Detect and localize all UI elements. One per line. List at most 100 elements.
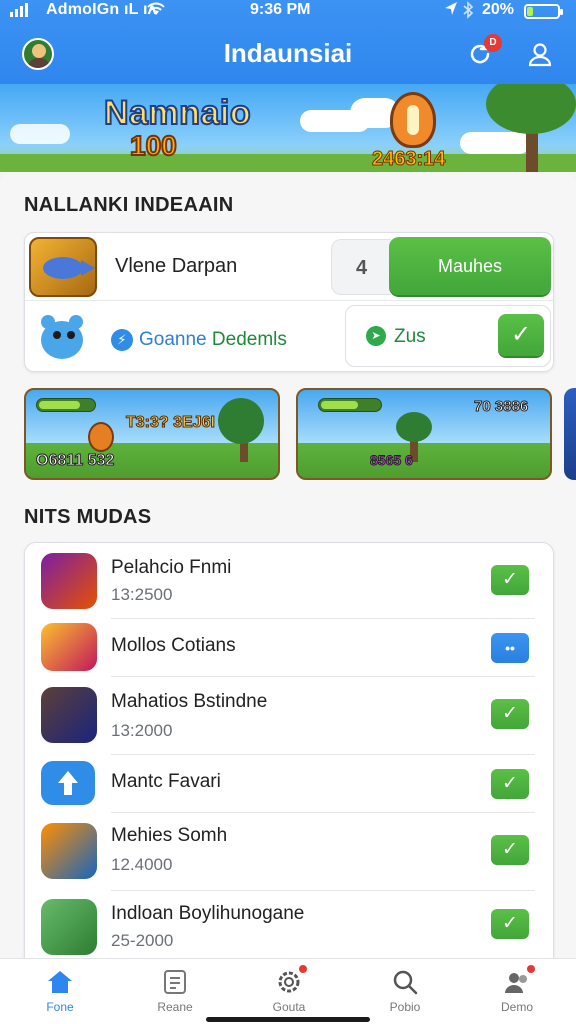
game-character-icon — [41, 899, 97, 955]
notification-dot — [527, 965, 535, 973]
list-item-title: Mollos Cotians — [111, 635, 236, 656]
battery-percent: 20% — [482, 1, 515, 18]
document-icon — [160, 967, 190, 997]
status-time: 9:36 PM — [250, 1, 311, 18]
home-indicator[interactable] — [206, 1017, 370, 1022]
list-item-subtitle: 13:2500 — [111, 585, 173, 604]
game-card-2[interactable]: 70 3886 8565 6 — [296, 388, 552, 480]
game-fish-icon — [29, 237, 97, 297]
game-logo-icon — [41, 623, 97, 671]
tree-graphic — [396, 412, 432, 442]
featured-action-button[interactable]: Mauhes — [389, 237, 551, 295]
tab-label: Demo — [500, 1000, 533, 1014]
bolt-icon: ⚡ — [111, 329, 133, 351]
featured-item-name[interactable]: Vlene Darpan — [115, 255, 237, 278]
game-warrior-icon — [41, 823, 97, 879]
progress-hud — [36, 398, 96, 412]
zus-label: Zus — [394, 326, 426, 347]
tree-leaves — [486, 84, 576, 134]
list-item-title: Mahatios Bstindne — [111, 691, 268, 712]
check-button[interactable]: ✓ — [491, 565, 529, 595]
list-item-title: Mehies Somh — [111, 825, 228, 846]
bottom-tab-bar: Fone Reane Gouta Pobio Demo — [0, 958, 576, 1024]
name-part-b: Dedemls — [211, 329, 287, 350]
notification-dot — [299, 965, 307, 973]
banner-title: Namnaio — [103, 93, 252, 133]
list-item[interactable]: Pelahcio Fnmi 13:2500 ✓ — [25, 543, 553, 619]
divider — [25, 300, 553, 301]
search-icon — [390, 967, 420, 997]
tab-label: Reane — [157, 1000, 193, 1014]
play-icon: ➤ — [366, 326, 386, 346]
banner-mascot-icon — [390, 92, 436, 148]
arrow-up-icon — [41, 761, 95, 805]
fish-shape — [43, 257, 95, 279]
list-item[interactable]: Mehies Somh 12.4000 ✓ — [25, 813, 553, 891]
tab-label: Fone — [46, 1000, 74, 1014]
section-title-featured: NALLANKI INDEAAIN — [24, 194, 234, 216]
home-icon — [45, 967, 75, 997]
check-button[interactable]: ✓ — [498, 314, 544, 356]
bear-eye — [53, 331, 61, 339]
bear-body — [41, 321, 83, 359]
name-part-a: Goanne — [139, 329, 207, 350]
top-app-bar: AdmoIGn ıL ıᴧ 9:36 PM 20% Indaunsiai D — [0, 0, 576, 84]
check-button[interactable]: ✓ — [491, 909, 529, 939]
tab-label: Pobio — [389, 1000, 421, 1014]
tab-gouta[interactable]: Gouta — [249, 965, 329, 1014]
promo-banner[interactable]: Namnaio 100 2463:14 — [0, 84, 576, 172]
banner-score: 2463:14 — [371, 148, 446, 171]
tab-label: Gouta — [272, 1000, 306, 1014]
section-title-list: NITS MUDAS — [24, 506, 152, 528]
hero-character — [88, 422, 114, 452]
list-item[interactable]: Mollos Cotians •• — [25, 619, 553, 677]
tab-pobio[interactable]: Pobio — [365, 967, 445, 1014]
check-button[interactable]: ✓ — [491, 769, 529, 799]
signal-icon — [10, 3, 28, 17]
cloud-graphic — [460, 132, 530, 154]
status-bar: AdmoIGn ıL ıᴧ 9:36 PM 20% — [0, 0, 576, 24]
battery-level-fill — [527, 7, 534, 16]
profile-button[interactable] — [526, 40, 554, 68]
location-icon — [444, 1, 458, 22]
check-button[interactable]: ✓ — [491, 699, 529, 729]
tab-reane[interactable]: Reane — [135, 967, 215, 1014]
featured-card: Vlene Darpan 4 Mauhes ⚡ Goanne Dedemls ➤… — [24, 232, 554, 372]
banner-subtitle: 100 — [129, 129, 178, 162]
game-card-peek[interactable] — [564, 388, 576, 480]
blue-bear-icon — [37, 313, 85, 361]
people-icon — [502, 965, 535, 997]
list-item-title: Indloan Boylihunogane — [111, 903, 305, 924]
tab-home[interactable]: Fone — [20, 967, 100, 1014]
gear-icon — [274, 965, 307, 997]
game-portrait-icon — [41, 687, 97, 743]
cloud-graphic — [10, 124, 70, 144]
notification-badge: D — [484, 34, 502, 52]
battery-icon — [524, 4, 563, 19]
list-item-subtitle: 13:2000 — [111, 721, 173, 740]
list-item[interactable]: Mantc Favari ✓ — [25, 755, 553, 813]
notification-button[interactable]: D — [466, 34, 502, 68]
game-score: 70 3886 — [473, 398, 529, 416]
list-item-title: Mantc Favari — [111, 771, 221, 792]
featured-count: 4 — [331, 239, 391, 295]
game-score: T3:3? 3EJ6I — [126, 414, 216, 432]
banner-ground — [0, 154, 576, 172]
game-list: Pelahcio Fnmi 13:2500 ✓ Mollos Cotians •… — [24, 542, 554, 982]
game-counter: O6811 532 — [35, 452, 115, 470]
game-counter: 8565 6 — [370, 452, 414, 469]
bluetooth-icon — [462, 1, 474, 24]
tab-demo[interactable]: Demo — [477, 965, 557, 1014]
wifi-icon — [146, 1, 166, 22]
carrier-name: AdmoIGn ıL ıᴧ — [46, 1, 157, 18]
list-item-title: Pelahcio Fnmi — [111, 557, 232, 578]
list-item[interactable]: Mahatios Bstindne 13:2000 ✓ — [25, 677, 553, 755]
check-button[interactable]: ✓ — [491, 835, 529, 865]
more-button[interactable]: •• — [491, 633, 529, 663]
person-icon — [528, 43, 552, 67]
list-item-subtitle: 25-2000 — [111, 931, 174, 950]
bear-eye — [67, 331, 75, 339]
game-card-1[interactable]: T3:3? 3EJ6I O6811 532 — [24, 388, 280, 480]
zus-toggle[interactable]: ➤ Zus ✓ — [345, 305, 551, 367]
featured-item-name-2[interactable]: Goanne Dedemls — [139, 329, 287, 351]
